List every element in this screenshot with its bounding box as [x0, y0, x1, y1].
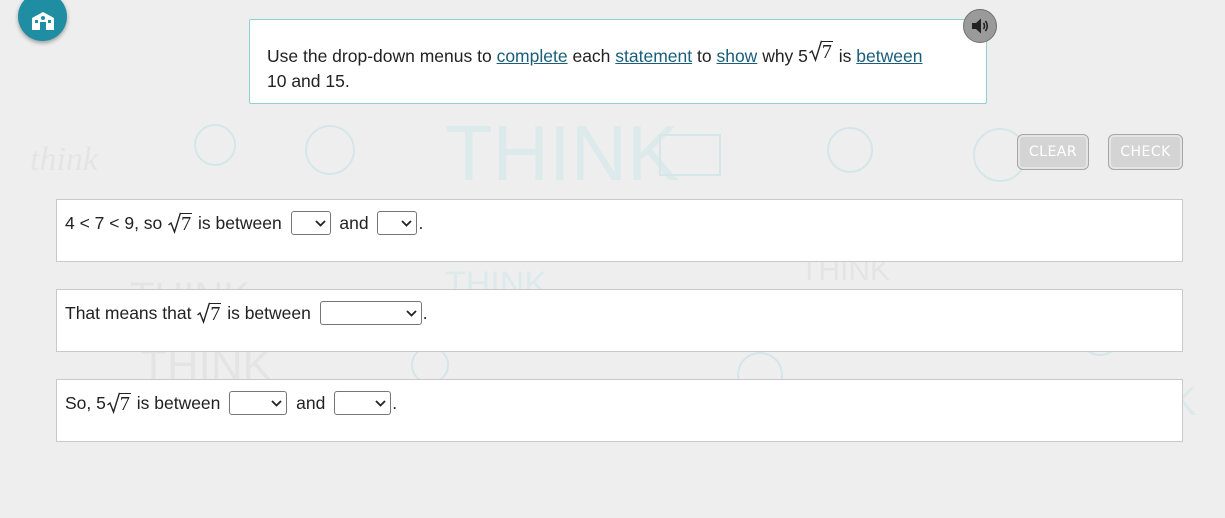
- audio-button[interactable]: [963, 9, 997, 43]
- square-root-expression: 7: [106, 392, 131, 415]
- chevron-down-icon: [401, 219, 413, 227]
- instructions-text: Use the drop-down menus to: [267, 46, 497, 66]
- instructions-text: why 5: [757, 46, 808, 66]
- instructions-text: to: [692, 46, 717, 66]
- square-root-expression: 7: [197, 302, 222, 325]
- svg-text:THINK: THINK: [445, 109, 679, 197]
- square-root-expression: 7: [168, 212, 193, 235]
- dropdown-range[interactable]: [319, 301, 422, 325]
- dropdown-lower-bound[interactable]: [229, 391, 288, 415]
- glossary-link-complete[interactable]: complete: [497, 46, 568, 66]
- statement-text: .: [418, 212, 424, 233]
- dropdown-lower-bound[interactable]: [290, 211, 331, 235]
- instructions-panel: Use the drop-down menus to complete each…: [249, 19, 987, 104]
- glossary-link-show[interactable]: show: [716, 46, 757, 66]
- chevron-down-icon: [375, 399, 386, 407]
- dropdown-upper-bound[interactable]: [377, 211, 418, 235]
- statement-panel-3: So, 5 7 is between and .: [56, 379, 1183, 442]
- radicand: 7: [180, 213, 193, 235]
- clear-button[interactable]: CLEAR: [1017, 134, 1089, 170]
- dropdown-upper-bound[interactable]: [334, 391, 392, 415]
- statement-text: 4 < 7 < 9, so: [65, 212, 168, 233]
- radicand: 7: [209, 303, 222, 325]
- square-root-expression: 7: [808, 40, 833, 63]
- chevron-down-icon: [271, 399, 282, 407]
- statement-text: That means that: [65, 302, 197, 323]
- glossary-link-statement[interactable]: statement: [615, 46, 692, 66]
- radicand: 7: [118, 393, 131, 415]
- statement-panel-1: 4 < 7 < 9, so 7 is between and .: [56, 199, 1183, 262]
- instructions-text: 10 and 15.: [267, 71, 350, 91]
- statement-text: is between: [222, 302, 316, 323]
- app-logo[interactable]: [18, 0, 67, 41]
- chevron-down-icon: [406, 309, 417, 317]
- statement-text: and: [334, 212, 374, 233]
- statement-text: So, 5: [65, 392, 106, 413]
- statement-text: .: [392, 392, 398, 413]
- statement-text: and: [291, 392, 331, 413]
- radicand: 7: [820, 41, 833, 63]
- instructions-text: each: [567, 46, 616, 66]
- check-button[interactable]: CHECK: [1108, 134, 1183, 170]
- glossary-link-between[interactable]: between: [856, 46, 922, 66]
- statement-text: is between: [193, 212, 287, 233]
- statement-panel-2: That means that 7 is between .: [56, 289, 1183, 352]
- speaker-icon: [972, 18, 989, 34]
- chevron-down-icon: [314, 219, 326, 227]
- school-building-icon: [31, 11, 54, 30]
- instructions-text: is: [833, 46, 857, 66]
- statement-text: .: [422, 302, 428, 323]
- statement-text: is between: [131, 392, 226, 413]
- svg-text:think: think: [30, 141, 99, 178]
